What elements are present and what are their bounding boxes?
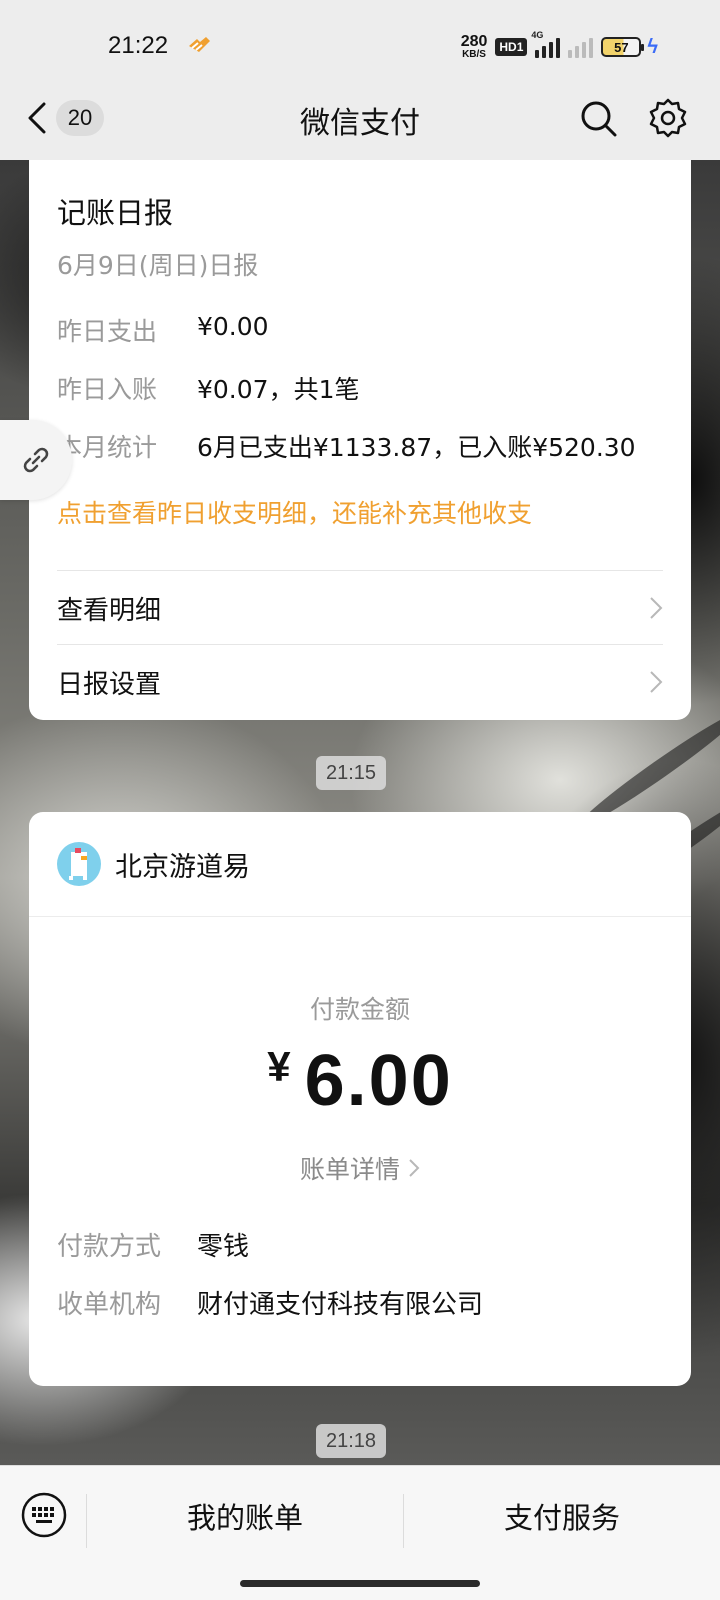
link-icon — [23, 447, 49, 473]
nav-bar: 20 微信支付 — [0, 80, 720, 160]
divider — [57, 644, 663, 645]
message-timestamp: 21:15 — [316, 756, 387, 790]
app-notification-icon — [189, 37, 210, 52]
report-row-month-stats: 本月统计 6月已支出¥1133.87，已入账¥520.30 — [57, 433, 636, 462]
divider — [86, 1494, 87, 1548]
merchant-name: 北京游道易 — [115, 851, 250, 883]
daily-report-card[interactable]: 记账日报 6月9日(周日)日报 昨日支出 ¥0.00 昨日入账 ¥0.07，共1… — [29, 160, 691, 720]
chevron-right-icon — [650, 671, 663, 693]
amount-value: 6.00 — [304, 1041, 453, 1121]
acquirer-row: 收单机构 财付通支付科技有限公司 — [57, 1290, 484, 1320]
merchant-row: 北京游道易 — [57, 842, 250, 886]
signal-secondary-icon — [568, 36, 594, 58]
keyboard-icon[interactable] — [20, 1491, 68, 1539]
net-speed: 280 KB/S — [460, 33, 488, 60]
message-timestamp: 21:18 — [316, 1424, 387, 1458]
divider — [57, 570, 663, 571]
home-indicator[interactable] — [240, 1580, 480, 1587]
report-row-yesterday-expense: 昨日支出 ¥0.00 — [57, 312, 269, 346]
my-bills-button[interactable]: 我的账单 — [88, 1486, 402, 1546]
report-date: 6月9日(周日)日报 — [57, 251, 259, 280]
battery-icon: 57 — [601, 37, 645, 57]
report-row-yesterday-income: 昨日入账 ¥0.07，共1笔 — [57, 375, 360, 404]
amount-label: 付款金额 — [309, 995, 410, 1024]
chevron-right-icon — [409, 1159, 420, 1177]
gear-icon[interactable] — [648, 98, 688, 138]
payment-amount: ¥6.00 — [29, 1040, 691, 1122]
status-indicators: 280 KB/S HD1 4G 57 ϟ — [460, 30, 658, 62]
payment-method-row: 付款方式 零钱 — [57, 1232, 250, 1262]
view-details-link[interactable]: 查看明细 — [57, 572, 663, 644]
currency-symbol: ¥ — [267, 1043, 291, 1090]
report-title: 记账日报 — [57, 196, 174, 230]
divider — [29, 916, 691, 917]
signal-icon: 4G — [531, 30, 561, 58]
report-hint-link[interactable]: 点击查看昨日收支明细，还能补充其他收支 — [57, 494, 532, 530]
merchant-avatar — [57, 842, 101, 886]
bill-detail-link[interactable]: 账单详情 — [29, 1150, 691, 1186]
hd-badge: HD1 — [495, 38, 528, 56]
chevron-right-icon — [650, 597, 663, 619]
payment-services-button[interactable]: 支付服务 — [404, 1486, 720, 1546]
report-settings-link[interactable]: 日报设置 — [57, 646, 663, 718]
payment-notice-card[interactable]: 北京游道易 付款金额 ¥6.00 账单详情 付款方式 零钱 收单机构 财付通支付… — [29, 812, 691, 1386]
charging-icon: ϟ — [647, 35, 658, 58]
status-time: 21:22 — [108, 32, 169, 59]
search-icon[interactable] — [578, 98, 618, 138]
